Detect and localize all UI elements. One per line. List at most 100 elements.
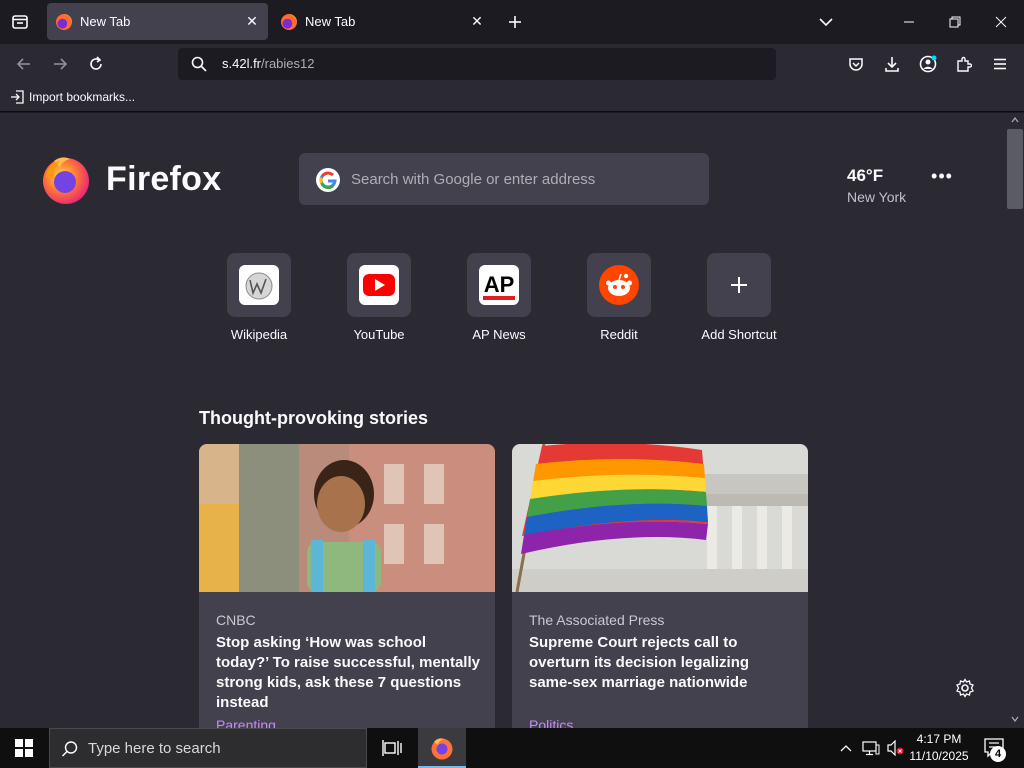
download-icon: [885, 57, 899, 72]
chevron-up-icon: [840, 745, 852, 752]
shortcut-label: Reddit: [600, 327, 638, 342]
downloads-button[interactable]: [880, 52, 904, 76]
account-icon: [919, 55, 937, 73]
minimize-icon: [904, 21, 914, 23]
scrollbar-thumb[interactable]: [1007, 129, 1023, 209]
taskbar-firefox-button[interactable]: [418, 728, 466, 768]
hamburger-menu-icon: [994, 58, 1006, 70]
app-menu-button[interactable]: [988, 52, 1012, 76]
forward-button[interactable]: [48, 52, 72, 76]
newtab-search-box[interactable]: Search with Google or enter address: [299, 153, 709, 205]
google-icon: [316, 168, 340, 192]
start-button[interactable]: [0, 728, 48, 768]
shortcut-label: AP News: [472, 327, 526, 342]
search-icon: [191, 56, 207, 72]
story-image: [199, 444, 495, 592]
firefox-view-button[interactable]: [8, 10, 32, 34]
clock-date: 11/10/2025: [909, 749, 969, 763]
bookmarks-toolbar: Import bookmarks...: [0, 84, 1024, 112]
shortcut-tile: [347, 253, 411, 317]
taskbar-search-box[interactable]: Type here to search: [49, 728, 367, 768]
url-bar[interactable]: s.42l.fr/rabies12: [178, 48, 776, 80]
arrow-right-icon: [54, 58, 68, 70]
taskbar-clock[interactable]: 4:17 PM 11/10/2025: [908, 731, 970, 765]
plus-icon: [731, 277, 747, 293]
import-icon: [11, 90, 24, 104]
tab-new-tab-1[interactable]: New Tab ✕: [47, 3, 268, 40]
svg-text:AP: AP: [484, 272, 515, 297]
wikipedia-icon: [239, 265, 279, 305]
story-publisher: The Associated Press: [529, 612, 665, 628]
gear-icon[interactable]: [955, 678, 975, 698]
chevron-down-icon: [819, 18, 833, 27]
weather-temperature[interactable]: 46°F: [847, 166, 883, 186]
shortcut-label: Add Shortcut: [701, 327, 777, 342]
story-card[interactable]: The Associated Press Supreme Court rejec…: [512, 444, 808, 728]
close-icon: [995, 16, 1007, 28]
weather-city[interactable]: New York: [847, 189, 906, 205]
firefox-logo-icon: [43, 157, 89, 204]
windows-logo-icon: [15, 739, 33, 757]
story-headline[interactable]: Supreme Court rejects call to overturn i…: [529, 633, 795, 693]
shortcut-label: Wikipedia: [230, 327, 288, 342]
close-tab-icon[interactable]: ✕: [467, 12, 487, 32]
navigation-toolbar: s.42l.fr/rabies12: [0, 44, 1024, 84]
new-tab-page: Firefox Search with Google or enter addr…: [0, 113, 1006, 728]
story-headline[interactable]: Stop asking ‘How was school today?’ To r…: [216, 633, 482, 713]
tab-title: New Tab: [305, 14, 356, 29]
page-scrollbar[interactable]: [1006, 113, 1024, 728]
firefox-favicon-icon: [56, 13, 72, 30]
search-placeholder: Search with Google or enter address: [351, 171, 596, 188]
task-view-button[interactable]: [368, 728, 416, 768]
reddit-icon: [599, 265, 639, 305]
back-button[interactable]: [12, 52, 36, 76]
scroll-up-arrow-icon[interactable]: [1011, 117, 1019, 123]
import-bookmarks-label: Import bookmarks...: [29, 90, 136, 104]
close-tab-icon[interactable]: ✕: [242, 12, 262, 32]
url-host: s.42l.fr: [222, 56, 262, 71]
scroll-down-arrow-icon[interactable]: [1011, 716, 1019, 722]
shortcut-ap-news[interactable]: AP AP News: [444, 253, 554, 342]
shortcut-label: YouTube: [353, 327, 405, 342]
weather-options-button[interactable]: •••: [928, 167, 956, 190]
tab-new-tab-2[interactable]: New Tab ✕: [272, 3, 493, 40]
shortcut-tile: AP: [467, 253, 531, 317]
tab-title: New Tab: [80, 14, 131, 29]
firefox-wordmark: Firefox: [106, 160, 222, 198]
ap-news-icon: AP: [479, 265, 519, 305]
notification-count-badge: 4: [990, 746, 1006, 762]
story-category: Parenting: [216, 717, 276, 728]
account-button[interactable]: [916, 52, 940, 76]
volume-button[interactable]: [884, 738, 906, 758]
extensions-button[interactable]: [952, 52, 976, 76]
story-publisher: CNBC: [216, 612, 256, 628]
shortcut-add[interactable]: Add Shortcut: [684, 253, 794, 342]
show-hidden-icons-button[interactable]: [836, 738, 856, 758]
shortcut-tile: [587, 253, 651, 317]
reload-icon: [90, 56, 102, 70]
plus-icon: [509, 16, 521, 28]
reload-button[interactable]: [84, 52, 108, 76]
search-icon: [62, 741, 78, 757]
shortcut-wikipedia[interactable]: Wikipedia: [204, 253, 314, 342]
restore-icon: [949, 16, 961, 28]
pocket-button[interactable]: [844, 52, 868, 76]
close-window-button[interactable]: [978, 6, 1024, 38]
minimize-button[interactable]: [886, 6, 932, 38]
shortcut-reddit[interactable]: Reddit: [564, 253, 674, 342]
shortcut-tile: [227, 253, 291, 317]
list-all-tabs-button[interactable]: [814, 10, 838, 34]
stories-section-title: Thought-provoking stories: [199, 408, 428, 428]
windows-taskbar: Type here to search 4:17 PM 11/10/2025 4: [0, 728, 1024, 768]
import-bookmarks-button[interactable]: Import bookmarks...: [10, 90, 135, 104]
network-button[interactable]: [860, 738, 882, 758]
restore-button[interactable]: [932, 6, 978, 38]
action-center-button[interactable]: 4: [978, 734, 1012, 762]
pocket-icon: [849, 58, 863, 71]
new-tab-button[interactable]: [503, 10, 527, 34]
shortcut-youtube[interactable]: YouTube: [324, 253, 434, 342]
url-text[interactable]: s.42l.fr/rabies12: [222, 56, 315, 71]
clock-time: 4:17 PM: [916, 732, 962, 746]
url-path: /rabies12: [261, 56, 315, 71]
story-card[interactable]: CNBC Stop asking ‘How was school today?’…: [199, 444, 495, 728]
